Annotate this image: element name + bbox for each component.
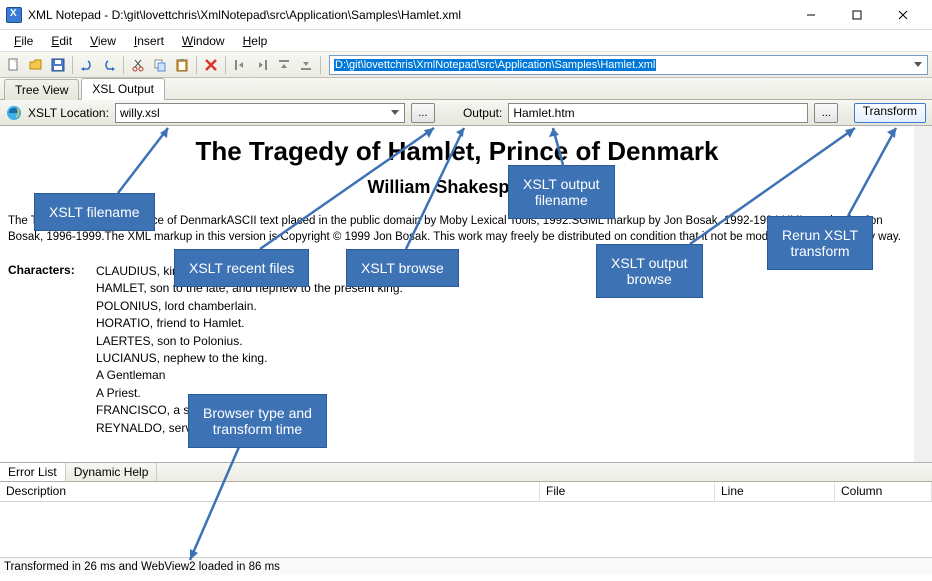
nudge-down-icon[interactable] (296, 55, 316, 75)
paste-icon[interactable] (172, 55, 192, 75)
callout-transform: Rerun XSLTtransform (767, 216, 873, 270)
callout-output-filename: XSLT outputfilename (508, 165, 615, 219)
transform-button[interactable]: Transform (854, 103, 926, 123)
xsl-toolbar: XSLT Location: willy.xsl ... Output: Ham… (0, 100, 932, 126)
menu-file[interactable]: File (6, 32, 41, 50)
col-column[interactable]: Column (835, 482, 932, 501)
character-item: A Gentleman (96, 367, 403, 384)
error-grid-header: Description File Line Column (0, 482, 932, 502)
output-browse-button[interactable]: ... (814, 103, 838, 123)
cut-icon[interactable] (128, 55, 148, 75)
characters-label: Characters: (8, 263, 96, 437)
character-item: HORATIO, friend to Hamlet. (96, 315, 403, 332)
callout-browser-time: Browser type andtransform time (188, 394, 327, 448)
callout-xslt-recent: XSLT recent files (174, 249, 309, 287)
col-description[interactable]: Description (0, 482, 540, 501)
close-button[interactable] (880, 0, 926, 30)
title-bar: XML Notepad - D:\git\lovettchris\XmlNote… (0, 0, 932, 30)
output-preview: The Tragedy of Hamlet, Prince of Denmark… (0, 126, 932, 462)
character-item: POLONIUS, lord chamberlain. (96, 298, 403, 315)
menu-view[interactable]: View (82, 32, 124, 50)
menu-window[interactable]: Window (174, 32, 233, 50)
output-filename-input[interactable]: Hamlet.htm (508, 103, 808, 123)
callout-output-browse: XSLT outputbrowse (596, 244, 703, 298)
tab-xsl-output[interactable]: XSL Output (81, 78, 165, 100)
nudge-up-icon[interactable] (274, 55, 294, 75)
character-item: LUCIANUS, nephew to the king. (96, 350, 403, 367)
save-icon[interactable] (48, 55, 68, 75)
nudge-right-icon[interactable] (252, 55, 272, 75)
menu-help[interactable]: Help (235, 32, 276, 50)
delete-icon[interactable] (201, 55, 221, 75)
doc-title: The Tragedy of Hamlet, Prince of Denmark (8, 136, 906, 167)
status-text: Transformed in 26 ms and WebView2 loaded… (4, 561, 280, 573)
character-item: LAERTES, son to Polonius. (96, 333, 403, 350)
xslt-location-input[interactable]: willy.xsl (115, 103, 405, 123)
address-text: D:\git\lovettchris\XmlNotepad\src\Applic… (334, 59, 656, 71)
col-line[interactable]: Line (715, 482, 835, 501)
bottom-tabs: Error List Dynamic Help (0, 462, 932, 482)
app-icon (6, 7, 22, 23)
output-label: Output: (463, 106, 502, 120)
menu-insert[interactable]: Insert (126, 32, 172, 50)
address-bar[interactable]: D:\git\lovettchris\XmlNotepad\src\Applic… (329, 55, 928, 75)
tab-error-list[interactable]: Error List (0, 463, 66, 481)
callout-xslt-filename: XSLT filename (34, 193, 155, 231)
error-grid-body (0, 502, 932, 557)
menu-bar: File Edit View Insert Window Help (0, 30, 932, 52)
xslt-recent-dropdown-icon[interactable] (390, 106, 400, 120)
status-bar: Transformed in 26 ms and WebView2 loaded… (0, 557, 932, 575)
toolbar: D:\git\lovettchris\XmlNotepad\src\Applic… (0, 52, 932, 78)
open-file-icon[interactable] (26, 55, 46, 75)
browser-icon (6, 105, 22, 121)
tab-dynamic-help[interactable]: Dynamic Help (66, 463, 158, 481)
output-filename-value: Hamlet.htm (513, 106, 574, 120)
view-tabs: Tree View XSL Output (0, 78, 932, 100)
address-dropdown-icon[interactable] (913, 58, 923, 72)
col-file[interactable]: File (540, 482, 715, 501)
xslt-location-value: willy.xsl (120, 106, 160, 120)
xslt-location-label: XSLT Location: (28, 106, 109, 120)
window-title: XML Notepad - D:\git\lovettchris\XmlNote… (28, 8, 788, 22)
redo-icon[interactable] (99, 55, 119, 75)
xslt-browse-button[interactable]: ... (411, 103, 435, 123)
new-file-icon[interactable] (4, 55, 24, 75)
minimize-button[interactable] (788, 0, 834, 30)
menu-edit[interactable]: Edit (43, 32, 80, 50)
maximize-button[interactable] (834, 0, 880, 30)
copy-icon[interactable] (150, 55, 170, 75)
callout-xslt-browse: XSLT browse (346, 249, 459, 287)
nudge-left-icon[interactable] (230, 55, 250, 75)
scrollbar-thumb[interactable] (916, 130, 930, 170)
undo-icon[interactable] (77, 55, 97, 75)
tab-tree-view[interactable]: Tree View (4, 79, 79, 100)
